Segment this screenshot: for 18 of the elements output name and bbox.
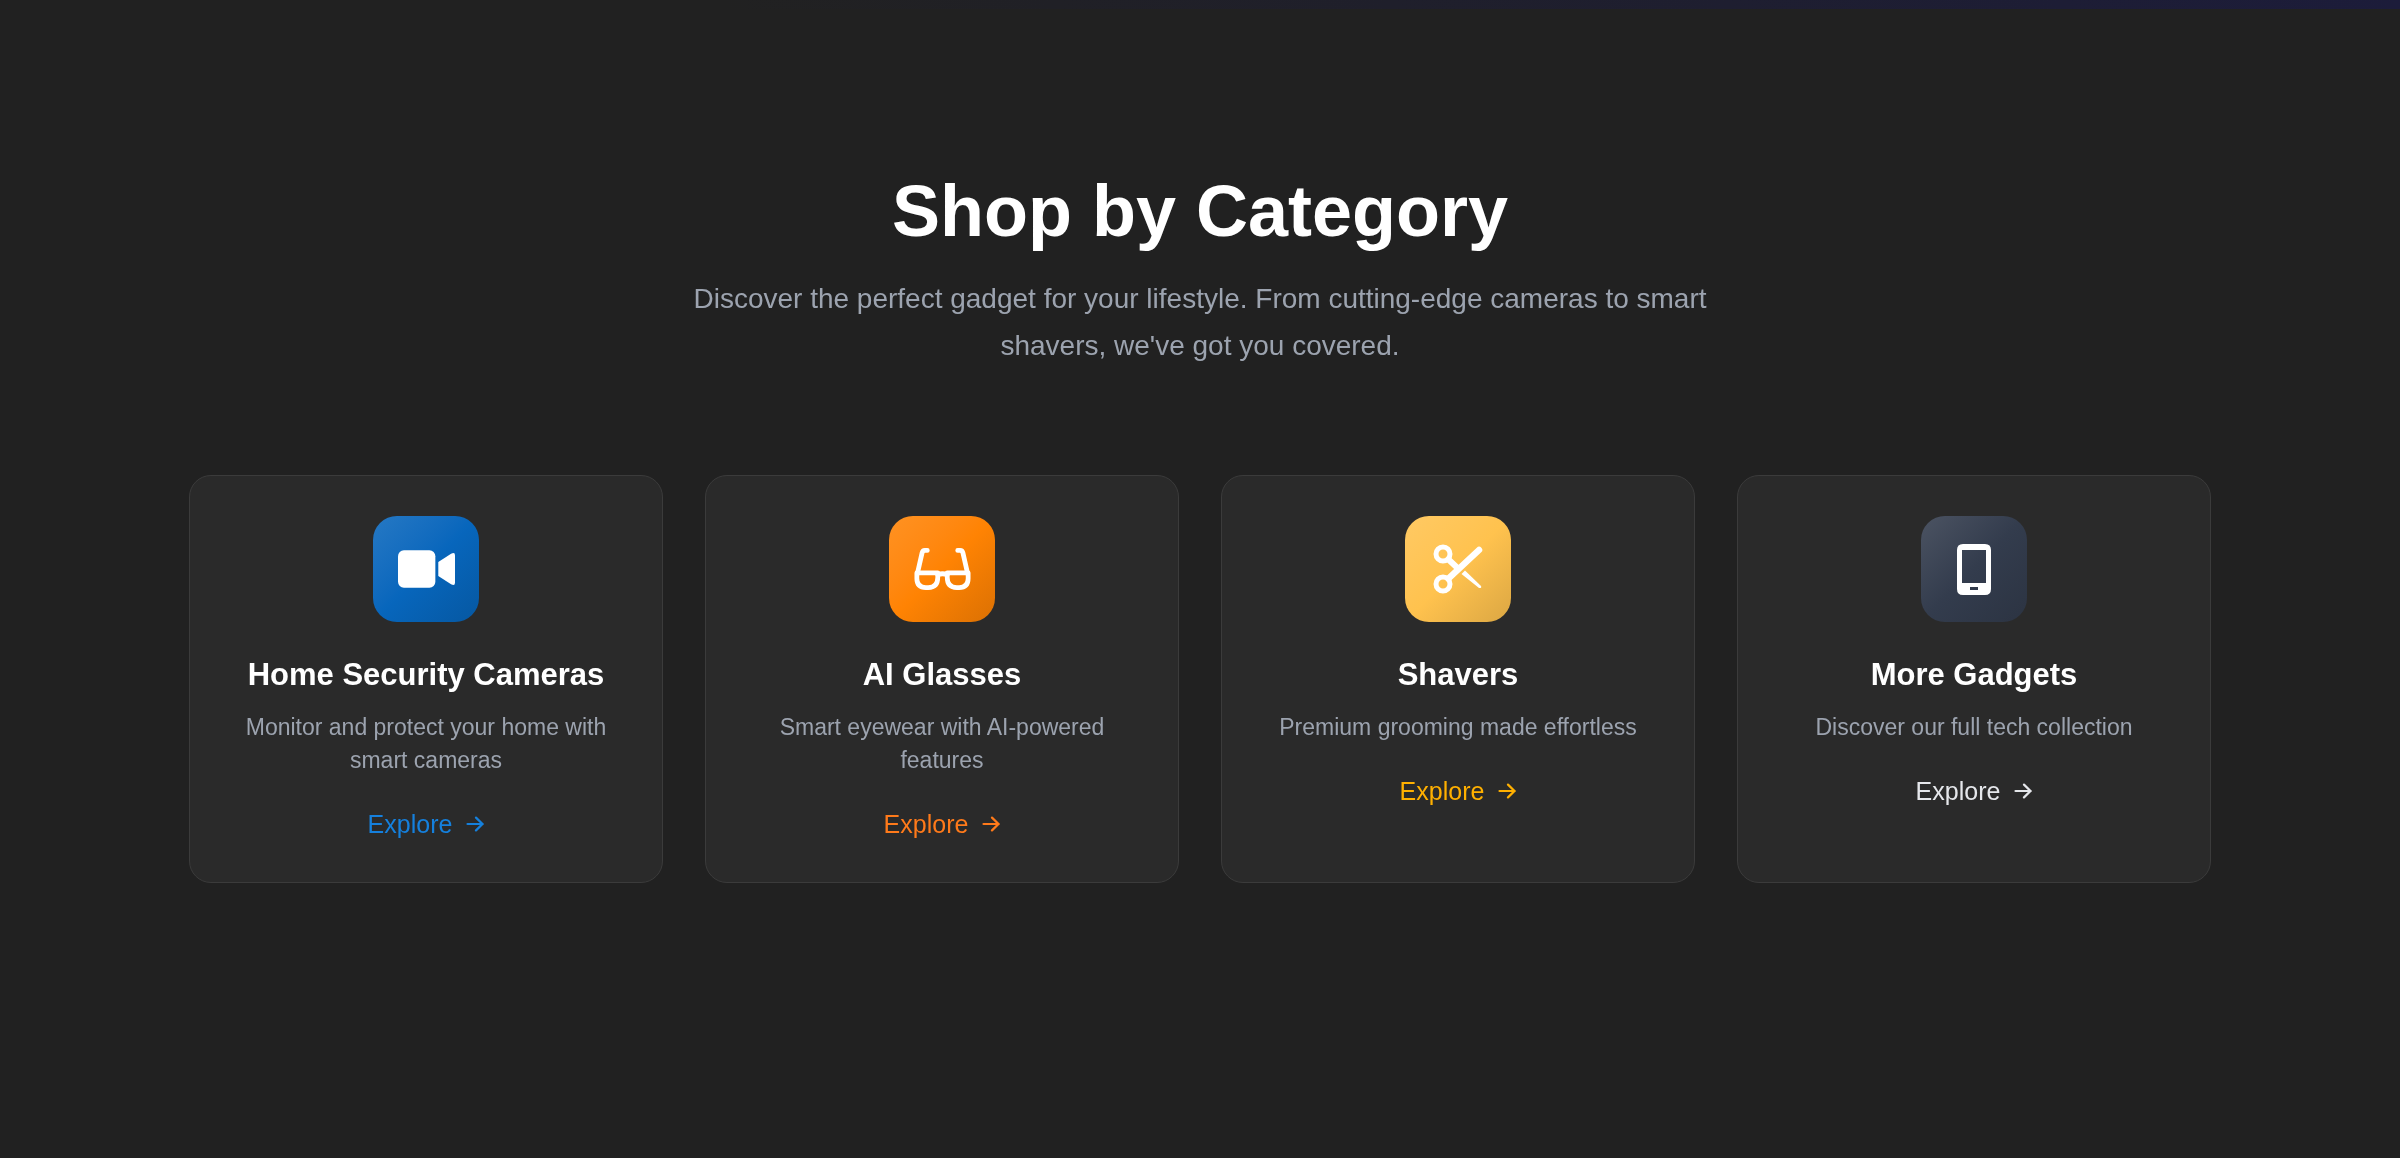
card-title: Shavers — [1397, 656, 1519, 694]
card-description: Smart eyewear with AI-powered features — [778, 713, 1106, 775]
arrow-right-icon — [466, 816, 485, 832]
explore-link[interactable]: Explore — [1915, 776, 2033, 806]
card-description: Premium grooming made effortless — [1279, 713, 1637, 742]
arrow-right-icon — [2014, 783, 2033, 799]
arrow-right-icon — [1498, 783, 1517, 799]
card-title: More Gadgets — [1870, 656, 2078, 694]
card-title: Home Security Cameras — [247, 656, 605, 694]
explore-link[interactable]: Explore — [1399, 776, 1517, 806]
section-title: Shop by Category — [891, 170, 1509, 253]
card-title: AI Glasses — [862, 656, 1022, 694]
section-subtitle: Discover the perfect gadget for your lifestyle. From cutting-edge cameras to smart shavers, we've got you covered. — [692, 282, 1708, 363]
card-description: Monitor and protect your home with smart cameras — [244, 713, 608, 775]
explore-link[interactable]: Explore — [367, 809, 485, 839]
explore-link[interactable]: Explore — [883, 809, 1001, 839]
card-description: Discover our full tech collection — [1815, 713, 2133, 742]
arrow-right-icon — [982, 816, 1001, 832]
